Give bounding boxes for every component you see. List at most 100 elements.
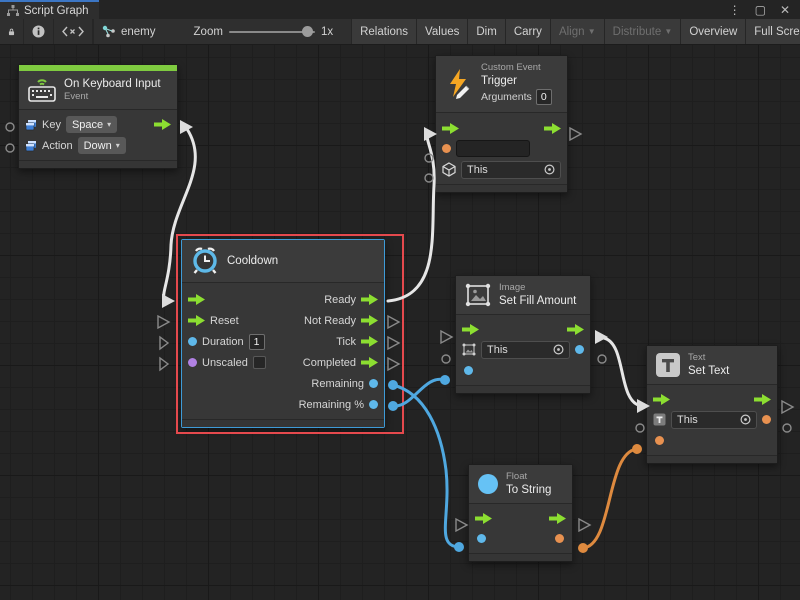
- overview-label: Overview: [689, 26, 737, 38]
- carry-button[interactable]: Carry: [506, 19, 551, 44]
- flow-row: [442, 119, 561, 138]
- zoom-slider-handle[interactable]: [302, 26, 313, 37]
- action-port-label: Action: [42, 140, 73, 152]
- target-object-dropdown[interactable]: This: [671, 411, 757, 429]
- float-input-port[interactable]: [477, 534, 486, 543]
- float-icon: [477, 473, 499, 495]
- node-category: Custom Event: [481, 62, 552, 74]
- node-footer: [19, 160, 177, 168]
- relations-button[interactable]: Relations: [351, 19, 417, 44]
- event-name-field[interactable]: [456, 140, 530, 157]
- align-button: Align ▼: [551, 19, 605, 44]
- node-footer: [469, 553, 572, 561]
- value-row: [653, 430, 771, 451]
- dim-label: Dim: [476, 26, 496, 38]
- node-on-keyboard-input[interactable]: On Keyboard Input Event Key Space ▾: [18, 64, 178, 169]
- node-title: Set Text: [688, 364, 729, 378]
- action-value: Down: [84, 140, 112, 152]
- node-header: Float To String: [469, 465, 572, 504]
- target-object-dropdown[interactable]: This: [461, 161, 561, 179]
- node-custom-event-trigger[interactable]: Custom Event Trigger Arguments 0: [435, 55, 568, 193]
- image-output-port[interactable]: [575, 345, 584, 354]
- node-header: Text Set Text: [647, 346, 777, 385]
- zoom-slider[interactable]: [229, 31, 315, 33]
- lock-button[interactable]: [0, 19, 24, 44]
- key-value: Space: [72, 119, 103, 131]
- flow-output-port[interactable]: [544, 123, 561, 134]
- flow-input-port[interactable]: [475, 513, 492, 524]
- node-subtitle: Event: [64, 91, 161, 103]
- node-title: On Keyboard Input: [64, 77, 161, 91]
- full-screen-label: Full Screen: [754, 26, 800, 38]
- node-image-set-fill-amount[interactable]: Image Set Fill Amount This: [455, 275, 591, 394]
- port-row-action: Action Down ▾: [25, 135, 171, 156]
- graph-breadcrumb[interactable]: enemy: [94, 19, 164, 44]
- key-dropdown[interactable]: Space ▾: [66, 116, 117, 133]
- string-input-port[interactable]: [442, 144, 451, 153]
- node-text-set-text[interactable]: Text Set Text This: [646, 345, 778, 464]
- keyboard-icon: [27, 77, 57, 103]
- graph-toolbar: enemy Zoom 1x Relations Values Dim Carry…: [0, 19, 800, 45]
- node-title: Trigger: [481, 74, 552, 88]
- chevron-down-icon: ▼: [664, 27, 672, 36]
- flow-input-port[interactable]: [462, 324, 479, 335]
- action-dropdown[interactable]: Down ▾: [78, 137, 126, 154]
- info-icon: [32, 25, 45, 38]
- arguments-field[interactable]: 0: [536, 89, 552, 105]
- distribute-label: Distribute: [613, 26, 662, 38]
- close-icon[interactable]: ✕: [780, 3, 790, 17]
- tab-bar: Script Graph ⋮ ▢ ✕: [0, 0, 800, 19]
- flow-input-port[interactable]: [442, 123, 459, 134]
- values-button[interactable]: Values: [417, 19, 468, 44]
- flow-output-port[interactable]: [567, 324, 584, 335]
- node-float-to-string[interactable]: Float To String: [468, 464, 573, 562]
- tab-script-graph[interactable]: Script Graph: [0, 0, 99, 19]
- object-picker-icon[interactable]: [553, 344, 564, 355]
- overview-button[interactable]: Overview: [681, 19, 746, 44]
- object-picker-icon[interactable]: [740, 414, 751, 425]
- full-screen-button[interactable]: Full Screen: [746, 19, 800, 44]
- text-input-port[interactable]: [655, 436, 664, 445]
- event-name-row: [442, 138, 561, 159]
- flow-row: [653, 390, 771, 409]
- highlight-annotation-rect: [176, 234, 404, 434]
- window-controls: ⋮ ▢ ✕: [729, 0, 800, 19]
- fill-amount-input-port[interactable]: [464, 366, 473, 375]
- fill-amount-row: [462, 360, 584, 381]
- lock-icon: [8, 26, 15, 38]
- target-row: This: [462, 339, 584, 360]
- carry-label: Carry: [514, 26, 542, 38]
- value-row: [475, 528, 566, 549]
- zoom-value: 1x: [321, 26, 333, 38]
- target-row: This: [653, 409, 771, 430]
- node-footer: [647, 455, 777, 463]
- image-icon-small: [462, 343, 476, 356]
- flow-input-port[interactable]: [653, 394, 670, 405]
- node-header: Custom Event Trigger Arguments 0: [436, 56, 567, 113]
- flow-output-port[interactable]: [754, 394, 771, 405]
- gameobject-cube-icon: [442, 162, 456, 177]
- target-value: This: [677, 414, 740, 426]
- object-picker-icon[interactable]: [544, 164, 555, 175]
- image-component-icon: [464, 282, 492, 308]
- text-component-icon: [655, 352, 681, 378]
- target-object-dropdown[interactable]: This: [481, 341, 570, 359]
- dim-button[interactable]: Dim: [468, 19, 505, 44]
- code-preview-button[interactable]: [54, 19, 93, 44]
- node-footer: [436, 184, 567, 192]
- node-header: Image Set Fill Amount: [456, 276, 590, 315]
- string-output-port[interactable]: [555, 534, 564, 543]
- key-port-label: Key: [42, 119, 61, 131]
- node-category: Float: [506, 471, 551, 483]
- maximize-icon[interactable]: ▢: [755, 3, 766, 17]
- target-value: This: [487, 344, 553, 356]
- inspect-button[interactable]: [24, 19, 54, 44]
- more-icon[interactable]: ⋮: [729, 3, 741, 17]
- relations-label: Relations: [360, 26, 408, 38]
- flow-output-port[interactable]: [549, 513, 566, 524]
- graph-name: enemy: [121, 26, 156, 38]
- node-title: To String: [506, 483, 551, 497]
- zoom-label: Zoom: [194, 26, 223, 38]
- text-output-port[interactable]: [762, 415, 771, 424]
- flow-output-port[interactable]: [154, 119, 171, 130]
